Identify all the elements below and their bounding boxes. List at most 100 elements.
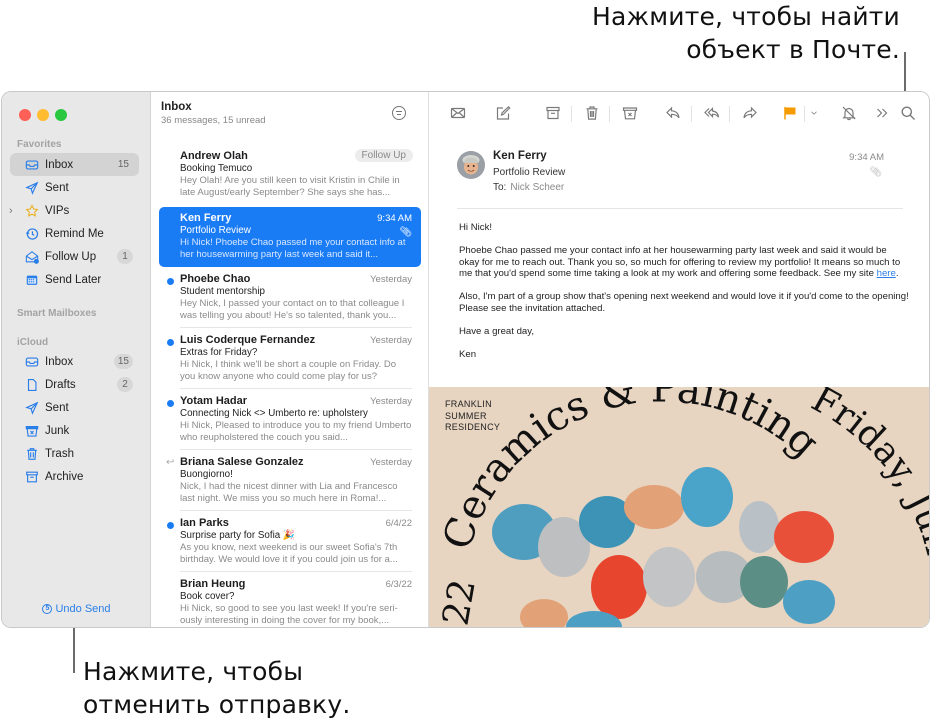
message-subject-header: Portfolio Review <box>493 167 566 178</box>
sidebar-item-icloud-inbox[interactable]: Inbox 15 <box>10 350 139 373</box>
more-toolbar-items-button[interactable] <box>871 102 893 124</box>
undo-callout-line2: отменить отправку. <box>83 690 351 719</box>
mute-button[interactable] <box>838 102 860 124</box>
message-date: 9:34 AM <box>377 213 412 224</box>
reply-button[interactable] <box>662 102 684 124</box>
message-row[interactable]: Brian Heung 6/3/22 Book cover? Hi Nick, … <box>159 573 421 627</box>
follow-up-icon <box>24 249 40 265</box>
disclosure-chevron-icon[interactable]: › <box>9 205 13 217</box>
message-preview: As you know, next weekend is our sweet S… <box>180 542 398 566</box>
favorites-heading[interactable]: Favorites <box>17 139 61 150</box>
compose-button[interactable] <box>492 102 514 124</box>
paper-plane-icon <box>24 400 40 416</box>
body-paragraph-1-end: . <box>895 268 899 280</box>
forward-button[interactable] <box>739 102 761 124</box>
get-mail-button[interactable] <box>447 102 469 124</box>
close-window-button[interactable] <box>19 109 31 121</box>
sidebar-item-label: Archive <box>45 470 84 483</box>
sidebar-item-favorites-follow-up[interactable]: Follow Up 1 <box>10 245 139 268</box>
search-button[interactable] <box>897 102 919 124</box>
sidebar-item-label: Drafts <box>45 378 76 391</box>
row-separator <box>180 388 412 389</box>
inbox-icon <box>24 354 40 370</box>
smart-mailboxes-heading[interactable]: Smart Mailboxes <box>17 308 96 319</box>
message-subject: Buongiorno! <box>180 469 233 480</box>
sidebar-item-label: Sent <box>45 401 69 414</box>
mailbox-title: Inbox <box>161 101 192 113</box>
message-row[interactable]: Luis Coderque Fernandez Yesterday Extras… <box>159 329 421 389</box>
to-label: To: <box>493 182 507 193</box>
sidebar-item-icloud-trash[interactable]: Trash <box>10 442 139 465</box>
sidebar-item-icloud-junk[interactable]: Junk <box>10 419 139 442</box>
message-row[interactable]: Phoebe Chao Yesterday Student mentorship… <box>159 268 421 328</box>
undo-countdown-icon: 5 <box>42 604 53 614</box>
message-subject: Booking Temuco <box>180 163 253 174</box>
sidebar-item-label: Follow Up <box>45 250 97 263</box>
sidebar-item-label: Send Later <box>45 273 102 286</box>
unread-dot-icon <box>167 339 174 346</box>
undo-callout: Нажмите, чтобы отменить отправку. <box>83 655 351 721</box>
junk-button[interactable] <box>619 102 641 124</box>
document-icon <box>24 377 40 393</box>
sidebar-item-label: Inbox <box>45 158 74 171</box>
paper-plane-icon <box>24 180 40 196</box>
greeting: Hi Nick! <box>459 222 493 233</box>
clock-icon <box>24 226 40 242</box>
signature: Ken <box>459 348 477 360</box>
toolbar-divider <box>609 106 610 122</box>
search-callout: Нажмите, чтобы найти объект в Почте. <box>592 0 900 66</box>
archive-button[interactable] <box>542 102 564 124</box>
message-preview: Nick, I had the nicest dinner with Lia a… <box>180 481 398 505</box>
message-date: Yesterday <box>370 274 412 285</box>
icloud-heading[interactable]: iCloud <box>17 337 48 348</box>
sidebar-item-icloud-drafts[interactable]: Drafts 2 <box>10 373 139 396</box>
flag-button[interactable] <box>779 102 801 124</box>
sidebar-item-favorites-send-later[interactable]: Send Later <box>10 268 139 291</box>
row-separator <box>180 571 412 572</box>
drafts-count-badge: 2 <box>117 377 133 392</box>
message-row[interactable]: ↩︎ Briana Salese Gonzalez Yesterday Buon… <box>159 451 421 511</box>
message-subject: Portfolio Review <box>180 225 251 236</box>
message-row-selected[interactable]: Ken Ferry 9:34 AM 📎︎ Portfolio Review Hi… <box>159 207 421 267</box>
filter-button[interactable] <box>392 106 406 120</box>
row-separator <box>180 449 412 450</box>
message-subject: Extras for Friday? <box>180 347 258 358</box>
minimize-window-button[interactable] <box>37 109 49 121</box>
sidebar-item-favorites-remind-me[interactable]: Remind Me <box>10 222 139 245</box>
zoom-window-button[interactable] <box>55 109 67 121</box>
recipient-name[interactable]: Nick Scheer <box>510 182 564 193</box>
site-link[interactable]: here <box>877 268 896 279</box>
message-preview: Hey Olah! Are you still keen to visit Kr… <box>180 175 400 199</box>
message-row[interactable]: Yotam Hadar Yesterday Connecting Nick <>… <box>159 390 421 450</box>
message-date: Yesterday <box>370 335 412 346</box>
message-row[interactable]: Ian Parks 6/4/22 Surprise party for Sofi… <box>159 512 421 572</box>
invitation-attachment-image[interactable]: FRANKLIN SUMMER RESIDENCY Ceramics & Pai… <box>429 387 929 627</box>
undo-send-label: Undo Send <box>55 603 111 615</box>
envelope-icon <box>450 107 466 119</box>
sidebar-item-favorites-vips[interactable]: › VIPs <box>9 199 139 222</box>
message-date: Yesterday <box>370 396 412 407</box>
header-divider <box>457 208 903 209</box>
signoff: Have a great day, <box>459 325 535 337</box>
sidebar-item-favorites-inbox[interactable]: Inbox 15 <box>10 153 139 176</box>
message-subject: Connecting Nick <> Umberto re: upholster… <box>180 408 368 419</box>
undo-send-button[interactable]: 5 Undo Send <box>2 603 151 615</box>
sidebar-item-icloud-sent[interactable]: Sent <box>10 396 139 419</box>
message-subject: Student mentorship <box>180 286 265 297</box>
message-subject: Surprise party for Sofia 🎉 <box>180 530 296 541</box>
archive-icon <box>546 106 560 120</box>
flag-menu-button[interactable] <box>805 102 823 124</box>
delete-button[interactable] <box>581 102 603 124</box>
clay-letters <box>492 467 835 627</box>
sidebar-item-label: Remind Me <box>45 227 104 240</box>
message-time: 9:34 AM <box>849 152 884 163</box>
sender-name[interactable]: Ken Ferry <box>493 150 547 162</box>
reply-icon <box>666 106 680 119</box>
sidebar-item-label: VIPs <box>45 204 70 217</box>
sidebar-item-icloud-archive[interactable]: Archive <box>10 465 139 488</box>
trash-icon <box>586 106 598 120</box>
sidebar-item-favorites-sent[interactable]: Sent <box>10 176 139 199</box>
attachment-indicator-icon: 📎︎ <box>869 167 882 178</box>
message-row[interactable]: Andrew Olah Follow Up Booking Temuco Hey… <box>159 145 421 205</box>
reply-all-button[interactable] <box>701 102 723 124</box>
